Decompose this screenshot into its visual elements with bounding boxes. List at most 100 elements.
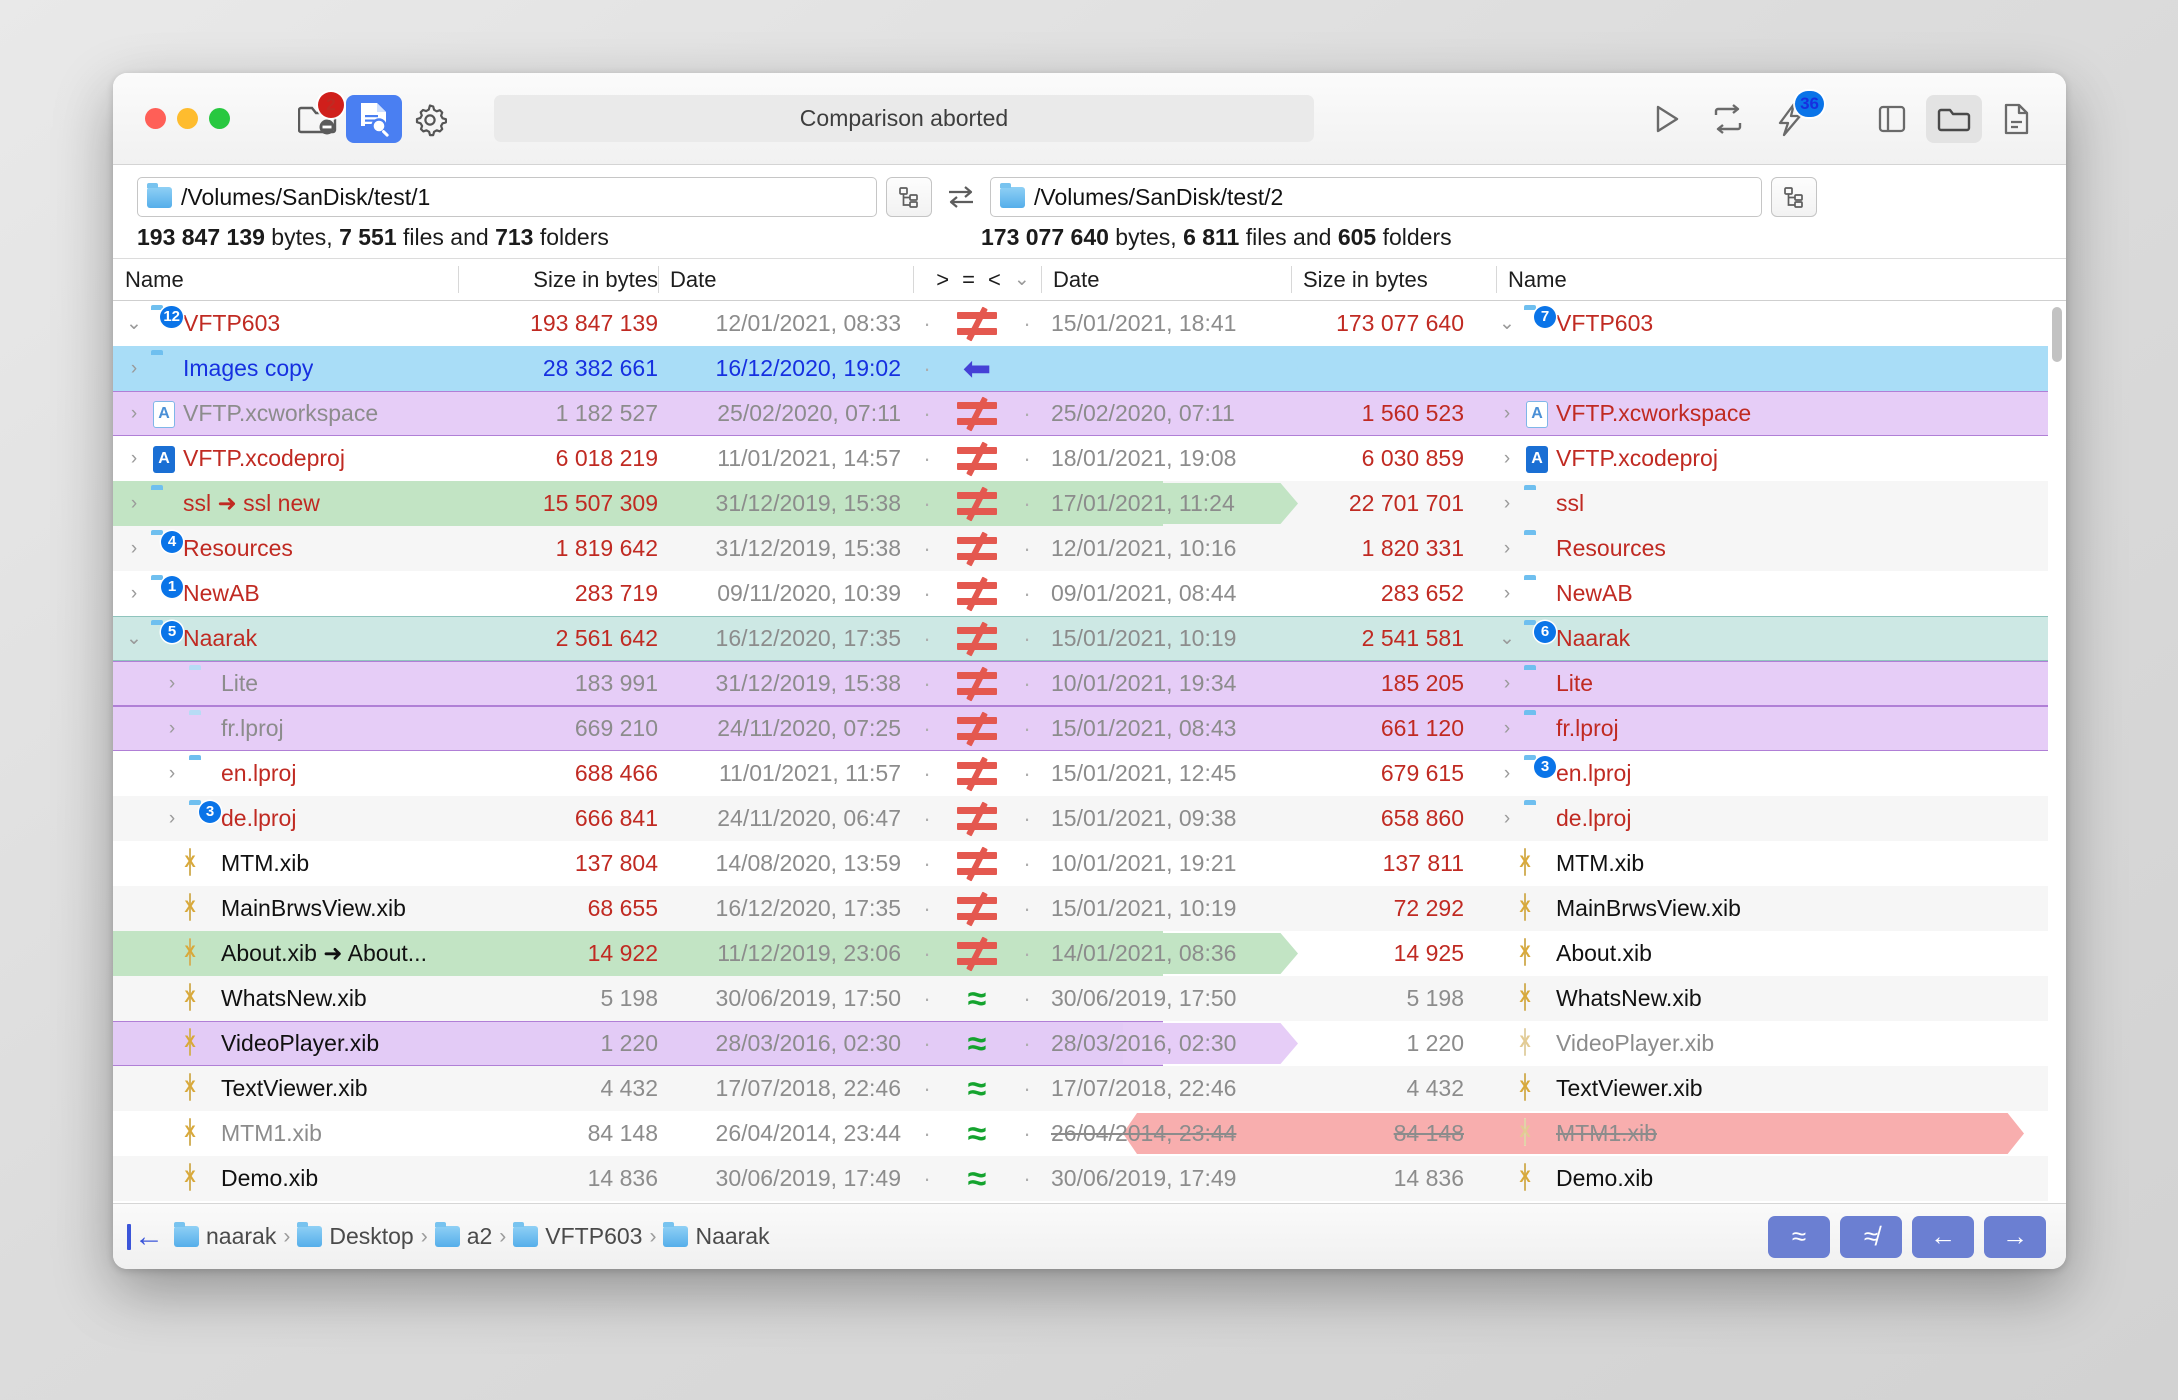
disclosure-triangle[interactable]: ⌄ (1496, 312, 1518, 335)
disclosure-triangle[interactable]: › (123, 538, 145, 560)
scrollbar-thumb[interactable] (2052, 307, 2062, 362)
row-comparison-symbol[interactable] (941, 751, 1013, 796)
table-row[interactable]: X About.xib ➜ About... 14 922 11/12/2019, 2… (113, 931, 2048, 976)
row-comparison-symbol[interactable]: ≈ (941, 1021, 1013, 1066)
breadcrumb-item[interactable]: Desktop (297, 1222, 414, 1250)
row-name-left-cell[interactable]: X TextViewer.xib (113, 1066, 458, 1111)
left-tree-button[interactable] (886, 177, 932, 217)
row-comparison-symbol[interactable] (941, 571, 1013, 616)
row-name-left-cell[interactable]: › Lite (113, 661, 458, 706)
disclosure-triangle[interactable]: › (1496, 538, 1518, 560)
previous-difference-button[interactable]: ← (1912, 1215, 1974, 1258)
row-name-left-cell[interactable]: X About.xib ➜ About... (113, 931, 458, 976)
close-button[interactable] (145, 108, 166, 129)
row-comparison-symbol[interactable]: ≈ (941, 976, 1013, 1021)
row-name-left-cell[interactable]: › A VFTP.xcworkspace (113, 391, 458, 436)
show-differences-button[interactable]: ≉ (1840, 1215, 1902, 1258)
disclosure-triangle[interactable]: › (1496, 673, 1518, 695)
row-name-left-cell[interactable]: › Images copy (113, 346, 458, 391)
back-to-root-button[interactable]: ← (127, 1221, 164, 1251)
row-name-right-cell[interactable]: ⌄ 6 Naarak (1468, 617, 2048, 660)
right-path-input[interactable]: /Volumes/SanDisk/test/2 (990, 177, 1762, 217)
table-row[interactable]: › A VFTP.xcworkspace 1 182 527 25/02/2020, 0… (113, 391, 2048, 436)
compare-contents-button[interactable] (346, 94, 402, 143)
disclosure-triangle[interactable]: › (161, 718, 183, 740)
row-name-right-cell[interactable]: X MTM1.xib (1468, 1111, 2048, 1156)
column-header-name-right[interactable]: Name (1496, 259, 2066, 300)
disclosure-triangle[interactable]: › (123, 448, 145, 470)
row-comparison-symbol[interactable] (941, 886, 1013, 931)
row-name-left-cell[interactable]: X WhatsNew.xib (113, 976, 458, 1021)
row-name-left-cell[interactable]: X MTM1.xib (113, 1111, 458, 1156)
row-comparison-symbol[interactable]: ≈ (941, 1066, 1013, 1111)
disclosure-triangle[interactable]: ⌄ (123, 312, 145, 335)
row-name-left-cell[interactable]: › 3 de.lproj (113, 796, 458, 841)
chevron-down-icon[interactable]: ⌄ (1014, 268, 1030, 291)
next-difference-button[interactable]: → (1984, 1215, 2046, 1258)
sync-button[interactable] (1700, 95, 1756, 143)
table-row[interactable]: › Lite 183 991 31/12/2019, 15:38 · · 10/01/202… (113, 661, 2048, 706)
row-comparison-symbol[interactable] (941, 301, 1013, 346)
row-comparison-symbol[interactable] (941, 706, 1013, 751)
row-name-left-cell[interactable]: › 1 NewAB (113, 571, 458, 616)
maximize-button[interactable] (209, 108, 230, 129)
table-row[interactable]: X MTM.xib 137 804 14/08/2020, 13:59 · · 10/01/… (113, 841, 2048, 886)
row-name-left-cell[interactable]: X MainBrwsView.xib (113, 886, 458, 931)
row-name-right-cell[interactable]: › ssl (1468, 481, 2048, 526)
disclosure-triangle[interactable]: › (1496, 403, 1518, 425)
disclosure-triangle[interactable]: › (1496, 808, 1518, 830)
row-comparison-symbol[interactable] (941, 526, 1013, 571)
row-name-right-cell[interactable]: X TextViewer.xib (1468, 1066, 2048, 1111)
row-comparison-symbol[interactable] (941, 661, 1013, 706)
disclosure-triangle[interactable]: › (161, 808, 183, 830)
row-comparison-symbol[interactable]: ⬅ (941, 346, 1013, 391)
row-comparison-symbol[interactable] (941, 481, 1013, 526)
column-header-name-left[interactable]: Name (113, 259, 458, 300)
row-comparison-symbol[interactable] (941, 436, 1013, 481)
minimize-button[interactable] (177, 108, 198, 129)
row-name-left-cell[interactable]: › fr.lproj (113, 706, 458, 751)
right-tree-button[interactable] (1771, 177, 1817, 217)
table-row[interactable]: X WhatsNew.xib 5 198 30/06/2019, 17:50 · ≈ · 30… (113, 976, 2048, 1021)
table-row[interactable]: › 4 Resources 1 819 642 31/12/2019, 15:38 · · 1… (113, 526, 2048, 571)
row-name-right-cell[interactable]: X MainBrwsView.xib (1468, 886, 2048, 931)
row-name-left-cell[interactable]: X Demo.xib (113, 1156, 458, 1201)
row-name-right-cell[interactable]: X VideoPlayer.xib (1468, 1021, 2048, 1066)
row-name-left-cell[interactable]: X VideoPlayer.xib (113, 1021, 458, 1066)
column-header-date-right[interactable]: Date (1041, 259, 1291, 300)
row-name-right-cell[interactable]: X Demo.xib (1468, 1156, 2048, 1201)
disclosure-triangle[interactable]: ⌄ (123, 627, 145, 650)
disclosure-triangle[interactable]: › (123, 403, 145, 425)
split-view-button[interactable] (1864, 95, 1920, 143)
swap-sides-button[interactable] (932, 183, 990, 211)
settings-button[interactable] (402, 95, 458, 143)
table-row[interactable]: › en.lproj 688 466 11/01/2021, 11:57 · · 15/01… (113, 751, 2048, 796)
run-button[interactable] (1638, 95, 1694, 143)
row-name-right-cell[interactable] (1468, 346, 2048, 391)
column-header-size-left[interactable]: Size in bytes (458, 259, 658, 300)
table-row[interactable]: › ssl ➜ ssl new 15 507 309 31/12/2019, 15:3… (113, 481, 2048, 526)
table-row[interactable]: › fr.lproj 669 210 24/11/2020, 07:25 · · 15/01… (113, 706, 2048, 751)
disclosure-triangle[interactable]: › (1496, 718, 1518, 740)
disclosure-triangle[interactable]: › (161, 673, 183, 695)
row-name-right-cell[interactable]: › fr.lproj (1468, 706, 2048, 751)
table-row[interactable]: › 3 de.lproj 666 841 24/11/2020, 06:47 · · 15/0… (113, 796, 2048, 841)
table-row[interactable]: X VideoPlayer.xib 1 220 28/03/2016, 02:30 · ≈… (113, 1021, 2048, 1066)
column-header-compare[interactable]: > = < ⌄ (913, 259, 1041, 300)
table-row[interactable]: X MTM1.xib 84 148 26/04/2014, 23:44 · ≈ · 26/04… (113, 1111, 2048, 1156)
breadcrumb-item[interactable]: a2 (434, 1222, 492, 1250)
row-comparison-symbol[interactable] (941, 841, 1013, 886)
disclosure-triangle[interactable]: ⌄ (1496, 627, 1518, 650)
vertical-scrollbar[interactable] (2048, 301, 2066, 1203)
row-comparison-symbol[interactable] (941, 391, 1013, 436)
column-header-date-left[interactable]: Date (658, 259, 913, 300)
row-name-right-cell[interactable]: X About.xib (1468, 931, 2048, 976)
row-name-left-cell[interactable]: › 4 Resources (113, 526, 458, 571)
row-name-right-cell[interactable]: › NewAB (1468, 571, 2048, 616)
row-name-left-cell[interactable]: › ssl ➜ ssl new (113, 481, 458, 526)
breadcrumb-item[interactable]: Naarak (663, 1222, 770, 1250)
table-row[interactable]: X Demo.xib 14 836 30/06/2019, 17:49 · ≈ · 30/06… (113, 1156, 2048, 1201)
row-name-right-cell[interactable]: X MTM.xib (1468, 841, 2048, 886)
row-name-left-cell[interactable]: ⌄ 12 VFTP603 (113, 301, 458, 346)
breadcrumb-item[interactable]: naarak (174, 1222, 276, 1250)
